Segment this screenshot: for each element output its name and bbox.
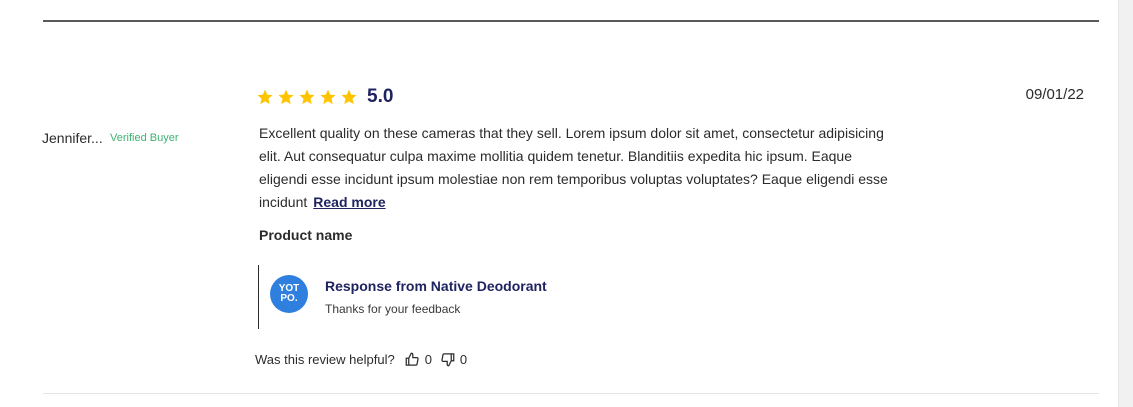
upvote-count: 0 [424,352,432,367]
reviewer-name: Jennifer... [42,130,103,146]
page-edge [1118,0,1133,407]
yotpo-logo-icon: YOT PO. [270,275,308,313]
helpful-question: Was this review helpful? [255,352,395,367]
top-divider [43,20,1099,22]
thumbs-up-icon [405,352,419,366]
product-name: Product name [259,227,353,243]
star-icon [319,88,337,106]
thumbs-down-icon [441,353,455,367]
star-icon [298,88,316,106]
star-icon [277,88,295,106]
review-card: Jennifer... Verified Buyer 5.0 09/01/22 … [0,0,1118,407]
bottom-divider [43,393,1099,394]
thumbs-down-button[interactable]: 0 [440,352,467,367]
downvote-count: 0 [459,352,468,367]
review-date: 09/01/22 [1025,86,1084,103]
rating-score: 5.0 [367,86,394,107]
read-more-link[interactable]: Read more [313,194,385,210]
response-body: Thanks for your feedback [325,302,461,316]
star-icon [340,88,358,106]
verified-buyer-badge: Verified Buyer [110,132,179,144]
review-body: Excellent quality on these cameras that … [259,122,899,214]
thumbs-up-button[interactable]: 0 [405,352,432,367]
helpful-votes: Was this review helpful? 0 0 [255,352,475,367]
star-rating [256,88,358,106]
store-response: YOT PO. Response from Native Deodorant T… [258,265,547,329]
star-icon [256,88,274,106]
response-title: Response from Native Deodorant [325,278,547,294]
